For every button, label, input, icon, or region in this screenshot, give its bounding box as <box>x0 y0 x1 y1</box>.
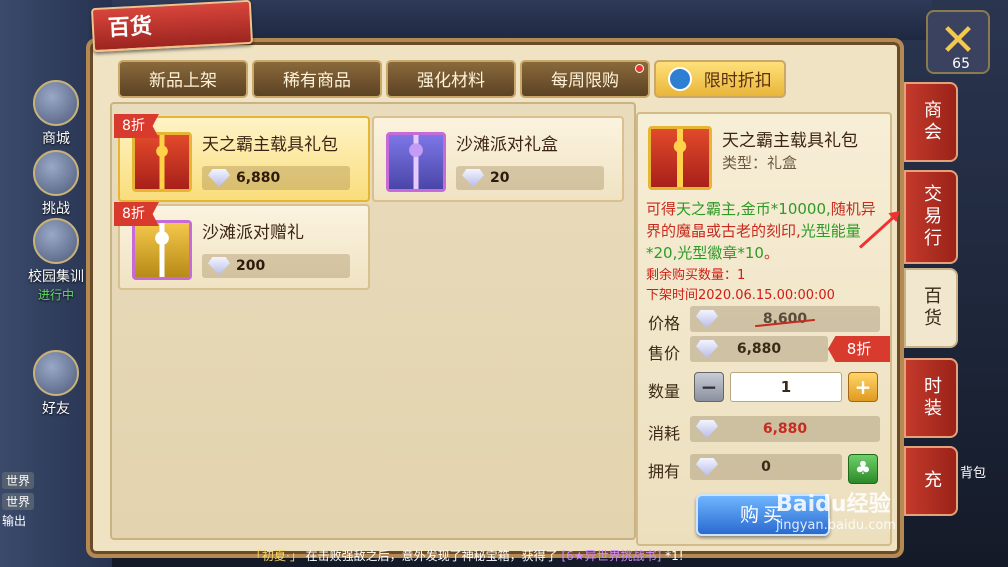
sale-label: 售价 <box>648 344 681 363</box>
owned-label: 拥有 <box>648 462 681 481</box>
increase-button[interactable]: + <box>848 372 878 402</box>
discount-badge: 8折 <box>114 114 159 138</box>
alarm-clock-icon <box>668 67 693 91</box>
player-level: 65 <box>952 56 970 72</box>
diamond-icon <box>208 169 230 187</box>
news-ticker: 「初夏·」 在击败强敌之后，意外发现了神秘宝箱，获得了 [6★异世界挑战书] *… <box>250 547 684 564</box>
detail-description: 可得天之霸主,金币*10000,随机异界的魔晶或古老的刻印,光型能量*20,光型… <box>646 198 886 264</box>
tab-new[interactable]: 新品上架 <box>118 60 248 98</box>
original-price: 8,600 <box>690 306 880 332</box>
tab-materials[interactable]: 强化材料 <box>386 60 516 98</box>
item-price-value: 20 <box>490 170 510 186</box>
sale-price-value: 6,880 <box>736 341 782 357</box>
tab-weekly-label: 每周限购 <box>551 71 619 91</box>
item-name: 沙滩派对礼盒 <box>456 135 558 155</box>
output-label: 输出 <box>2 514 27 528</box>
item-price: 20 <box>456 166 604 190</box>
item-card[interactable]: 天之霸主载具礼包 6,880 8折 <box>114 114 370 202</box>
ticker-text: 在击败强敌之后，意外发现了神秘宝箱，获得了 <box>305 549 558 563</box>
desc-part: 可得 <box>646 200 677 218</box>
side-tab-trade[interactable]: 交易行 <box>904 170 958 264</box>
sale-price: 6,880 <box>690 336 828 362</box>
item-name: 沙滩派对赠礼 <box>202 223 304 243</box>
panel-title: 百货 <box>90 0 254 53</box>
ticker-item: [6★异世界挑战书] <box>561 549 662 563</box>
watermark-brand: Baidu经验 <box>776 492 891 517</box>
ticker-player: 「初夏·」 <box>250 549 302 563</box>
item-detail-panel: 天之霸主载具礼包 类型：礼盒 可得天之霸主,金币*10000,随机异界的魔晶或古… <box>636 112 892 546</box>
item-price: 6,880 <box>202 166 350 190</box>
gift-box-icon <box>132 220 192 280</box>
side-tab-recharge[interactable]: 充 <box>904 446 958 516</box>
top-up-button[interactable]: ♣ <box>848 454 878 484</box>
campus-icon <box>33 218 79 264</box>
friends-label: 好友 <box>42 401 70 417</box>
notification-dot-icon <box>635 64 644 73</box>
diamond-icon <box>696 420 718 438</box>
detail-item-type: 类型：礼盒 <box>722 154 798 172</box>
tab-rare[interactable]: 稀有商品 <box>252 60 382 98</box>
side-tab-fashion[interactable]: 时装 <box>904 358 958 438</box>
diamond-icon <box>696 458 718 476</box>
discount-badge: 8折 <box>114 202 159 226</box>
quantity-label: 数量 <box>648 382 681 401</box>
category-tabs: 新品上架 稀有商品 强化材料 每周限购 限时折扣 <box>118 60 786 98</box>
item-price: 200 <box>202 254 350 278</box>
original-price-value: 8,600 <box>754 311 816 328</box>
letter-icon <box>33 350 79 396</box>
remaining-count: 剩余购买数量：1 <box>646 268 746 283</box>
watermark: Baidu经验 jingyan.baidu.com <box>776 486 896 533</box>
gift-box-icon <box>132 132 192 192</box>
cost-label: 消耗 <box>648 424 681 443</box>
item-card[interactable]: 沙滩派对赠礼 200 8折 <box>114 202 370 290</box>
battle-label: 挑战 <box>42 201 70 217</box>
item-price-value: 200 <box>236 258 266 274</box>
ticker-suffix: *1! <box>665 549 684 563</box>
quantity-input[interactable]: 1 <box>730 372 842 402</box>
sword-icon <box>33 150 79 196</box>
item-price-value: 6,880 <box>236 170 281 186</box>
diamond-icon <box>462 169 484 187</box>
desc-part: 天之霸主,金币*10000, <box>676 200 831 218</box>
diamond-icon <box>208 257 230 275</box>
shop-label: 商城 <box>42 131 70 147</box>
side-tab-chamber[interactable]: 商会 <box>904 82 958 162</box>
tab-weekly[interactable]: 每周限购 <box>520 60 650 98</box>
tab-timed-discount-label: 限时折扣 <box>703 71 772 91</box>
gift-box-icon <box>648 126 712 190</box>
off-shelf-time: 下架时间2020.06.15.00:00:00 <box>646 288 835 303</box>
tab-timed-discount[interactable]: 限时折扣 <box>654 60 786 98</box>
campus-status: 进行中 <box>37 288 74 302</box>
campus-label: 校园集训 <box>28 269 84 285</box>
watermark-url: jingyan.baidu.com <box>776 518 896 533</box>
item-name: 天之霸主载具礼包 <box>202 135 338 155</box>
owned-amount-value: 0 <box>761 459 771 475</box>
diamond-icon <box>696 310 718 328</box>
shop-icon <box>33 80 79 126</box>
total-cost: 6,880 <box>690 416 880 442</box>
total-cost-value: 6,880 <box>762 421 808 437</box>
decrease-button[interactable]: − <box>694 372 724 402</box>
owned-amount: 0 <box>690 454 842 480</box>
gift-box-icon <box>386 132 446 192</box>
price-label: 价格 <box>648 314 681 333</box>
detail-item-name: 天之霸主载具礼包 <box>722 131 858 151</box>
discount-tag: 8折 <box>828 336 890 362</box>
backpack-label[interactable]: 背包 <box>960 462 986 481</box>
diamond-icon <box>696 340 718 358</box>
chat-channel-tag: 世界 <box>2 493 35 510</box>
item-card[interactable]: 沙滩派对礼盒 20 <box>372 116 624 202</box>
desc-part: 。 <box>763 244 779 262</box>
chat-channel-tag: 世界 <box>2 472 35 489</box>
side-tab-store[interactable]: 百货 <box>904 268 958 348</box>
